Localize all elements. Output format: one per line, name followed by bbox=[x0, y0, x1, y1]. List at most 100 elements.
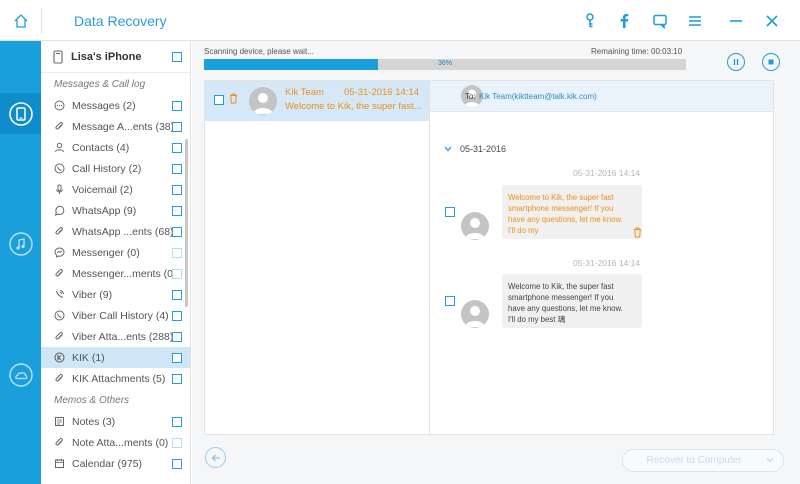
category-label: Viber Atta...ents (288) bbox=[72, 330, 174, 343]
category-whatsapp-attachments[interactable]: WhatsApp ...ents (68) bbox=[41, 221, 190, 242]
rail-item-itunes[interactable] bbox=[0, 223, 41, 264]
message-checkbox[interactable] bbox=[445, 207, 455, 217]
category-checkbox[interactable] bbox=[172, 437, 182, 448]
category-messages[interactable]: Messages (2) bbox=[41, 95, 190, 116]
category-viber[interactable]: Viber (9) bbox=[41, 284, 190, 305]
category-messenger[interactable]: Messenger (0) bbox=[41, 242, 190, 263]
back-button[interactable] bbox=[205, 447, 226, 468]
category-checkbox[interactable] bbox=[172, 100, 182, 111]
conversation-checkbox[interactable] bbox=[214, 95, 224, 105]
ios-device-recover-icon bbox=[8, 101, 33, 126]
section-memos: Memos & Others bbox=[54, 394, 130, 406]
day-group-header[interactable]: 05-31-2016 bbox=[444, 144, 506, 154]
rail-item-icloud[interactable] bbox=[0, 354, 41, 395]
facebook-button[interactable] bbox=[614, 11, 634, 31]
viber-icon bbox=[53, 289, 65, 301]
category-calendar[interactable]: Calendar (975) bbox=[41, 453, 190, 474]
scan-status: Scanning device, please wait... bbox=[204, 47, 314, 56]
device-row[interactable]: Lisa's iPhone bbox=[41, 41, 190, 73]
category-kik[interactable]: KIK (1) bbox=[41, 347, 190, 368]
message-bubble: Welcome to Kik, the super fast smartphon… bbox=[502, 185, 642, 239]
category-label: WhatsApp ...ents (68) bbox=[72, 225, 174, 238]
category-label: Message A...ents (38) bbox=[72, 120, 175, 133]
category-checkbox[interactable] bbox=[172, 289, 182, 300]
category-notes[interactable]: Notes (3) bbox=[41, 411, 190, 432]
kik-icon bbox=[53, 352, 65, 364]
avatar bbox=[461, 212, 489, 240]
stop-button[interactable] bbox=[762, 53, 780, 71]
feedback-icon bbox=[653, 14, 667, 29]
category-checkbox[interactable] bbox=[172, 247, 182, 258]
category-checkbox[interactable] bbox=[172, 268, 182, 279]
chevron-down-icon bbox=[444, 146, 452, 152]
category-note-attachments[interactable]: Note Atta...ments (0) bbox=[41, 432, 190, 453]
attachment-icon bbox=[53, 373, 65, 385]
messenger-icon bbox=[53, 247, 65, 259]
category-checkbox[interactable] bbox=[172, 184, 182, 195]
conversation-preview: Welcome to Kik, the super fast... bbox=[285, 101, 422, 112]
category-label: WhatsApp (9) bbox=[72, 204, 137, 217]
category-checkbox[interactable] bbox=[172, 331, 182, 342]
whatsapp-icon bbox=[53, 205, 65, 217]
minimize-button[interactable] bbox=[726, 11, 746, 31]
bottom-bar: Recover to Computer bbox=[192, 436, 800, 484]
category-viber-call-history[interactable]: Viber Call History (4) bbox=[41, 305, 190, 326]
key-button[interactable] bbox=[580, 11, 600, 31]
pause-icon bbox=[733, 59, 739, 65]
remaining-time: Remaining time: 00:03:10 bbox=[591, 47, 683, 56]
message-bubble: Welcome to Kik, the super fast smartphon… bbox=[502, 274, 642, 328]
category-label: Messenger (0) bbox=[72, 246, 140, 259]
category-label: Notes (3) bbox=[72, 415, 116, 428]
attachment-icon bbox=[53, 226, 65, 238]
contact-icon bbox=[53, 142, 65, 154]
chevron-down-icon[interactable] bbox=[765, 455, 775, 465]
calendar-icon bbox=[53, 458, 65, 470]
category-whatsapp[interactable]: WhatsApp (9) bbox=[41, 200, 190, 221]
category-checkbox[interactable] bbox=[172, 310, 182, 321]
conversation-item[interactable]: Kik Team 05-31-2016 14:14 Welcome to Kik… bbox=[205, 81, 429, 121]
category-checkbox[interactable] bbox=[172, 373, 182, 384]
category-viber-attachments[interactable]: Viber Atta...ents (288) bbox=[41, 326, 190, 347]
section-messages: Messages & Call log bbox=[54, 78, 146, 90]
category-checkbox[interactable] bbox=[172, 205, 182, 216]
to-label: To: bbox=[465, 92, 476, 101]
category-message-attachments[interactable]: Message A...ents (38) bbox=[41, 116, 190, 137]
category-checkbox[interactable] bbox=[172, 163, 182, 174]
message-timestamp: 05-31-2016 14:14 bbox=[573, 168, 641, 178]
recover-to-computer-button[interactable]: Recover to Computer bbox=[622, 449, 784, 472]
category-scrollbar[interactable] bbox=[185, 139, 188, 307]
message-checkbox[interactable] bbox=[445, 296, 455, 306]
scan-progress-bar: 36% bbox=[204, 59, 686, 70]
message-timestamp: 05-31-2016 14:14 bbox=[573, 258, 641, 268]
menu-button[interactable] bbox=[685, 11, 705, 31]
phone-device-icon bbox=[53, 49, 63, 64]
device-name: Lisa's iPhone bbox=[71, 50, 142, 63]
category-checkbox[interactable] bbox=[172, 226, 182, 237]
home-button[interactable] bbox=[0, 0, 41, 41]
pause-button[interactable] bbox=[727, 53, 745, 71]
deleted-trash-icon bbox=[633, 227, 642, 241]
close-button[interactable] bbox=[762, 11, 782, 31]
category-checkbox[interactable] bbox=[172, 416, 182, 427]
category-messenger-attachments[interactable]: Messenger...ments (0) bbox=[41, 263, 190, 284]
app-title: Data Recovery bbox=[74, 13, 167, 29]
category-checkbox[interactable] bbox=[172, 142, 182, 153]
message-line: Welcome to Kik, the super fast bbox=[508, 193, 614, 202]
attachment-icon bbox=[53, 437, 65, 449]
category-call-history[interactable]: Call History (2) bbox=[41, 158, 190, 179]
category-checkbox[interactable] bbox=[172, 458, 182, 469]
message-line: Welcome to Kik, the super fast bbox=[508, 282, 614, 291]
category-label: Call History (2) bbox=[72, 162, 142, 175]
category-voicemail[interactable]: Voicemail (2) bbox=[41, 179, 190, 200]
category-kik-attachments[interactable]: KIK Attachments (5) bbox=[41, 368, 190, 389]
category-checkbox[interactable] bbox=[172, 352, 182, 363]
device-checkbox[interactable] bbox=[172, 51, 182, 62]
message-line: smartphone messenger! If you bbox=[508, 204, 614, 213]
rail-item-ios-device[interactable] bbox=[0, 93, 41, 134]
avatar bbox=[249, 87, 277, 115]
category-label: Voicemail (2) bbox=[72, 183, 133, 196]
category-contacts[interactable]: Contacts (4) bbox=[41, 137, 190, 158]
category-checkbox[interactable] bbox=[172, 121, 182, 132]
feedback-button[interactable] bbox=[650, 11, 670, 31]
progress-percent: 36% bbox=[437, 60, 452, 67]
